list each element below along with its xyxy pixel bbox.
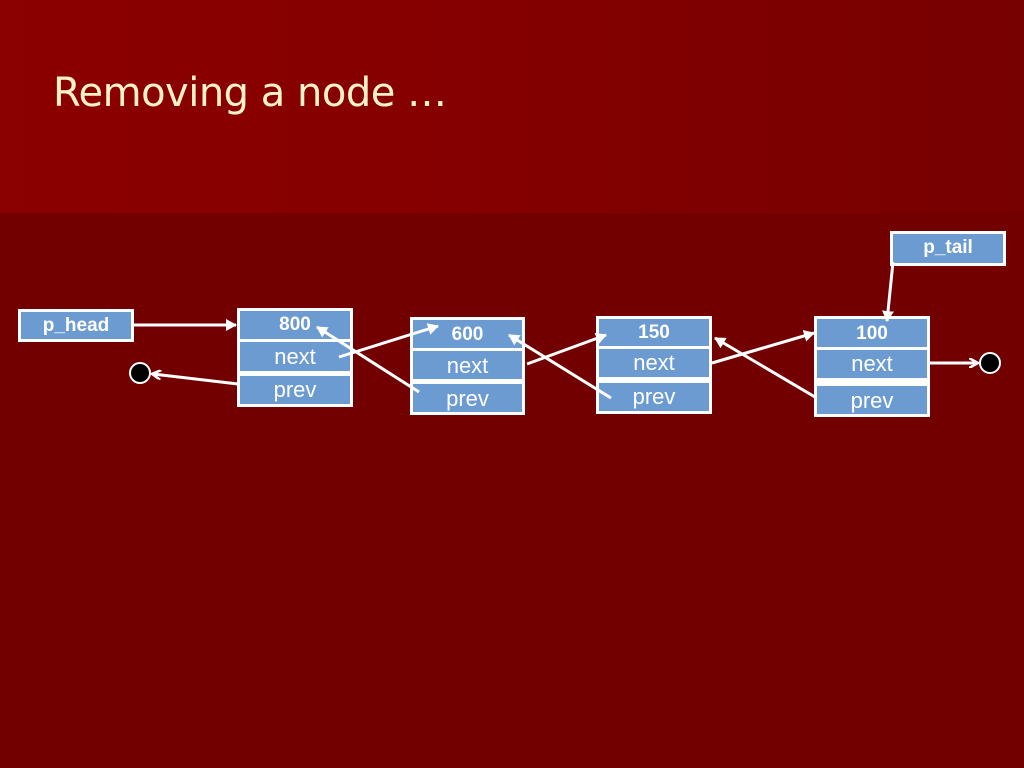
null-marker-left: [129, 362, 151, 384]
node-value: 800: [240, 311, 350, 339]
node-next-field: next: [413, 351, 522, 379]
list-node-800: 800 next prev: [237, 308, 353, 407]
node-next-field: next: [599, 349, 709, 377]
p-tail-label: p_tail: [923, 237, 973, 258]
node-prev-field: prev: [599, 383, 709, 411]
prev-arrow-100-150: [714, 336, 816, 399]
list-node-150: 150 next prev: [596, 316, 712, 414]
node-value: 100: [817, 319, 927, 347]
node-prev-field: prev: [240, 376, 350, 404]
tail-pointer-arrow: [882, 261, 895, 322]
list-node-600: 600 next prev: [410, 317, 525, 415]
node-next-field: next: [240, 342, 350, 371]
null-marker-right: [979, 352, 1001, 374]
node-next-field: next: [817, 350, 927, 378]
list-node-100: 100 next prev: [814, 316, 930, 417]
node-prev-field: prev: [413, 384, 522, 412]
p-head-label: p_head: [42, 315, 110, 336]
node-prev-field: prev: [817, 386, 927, 414]
node-value: 150: [599, 319, 709, 346]
p-head-box: p_head: [18, 309, 134, 342]
p-tail-box: p_tail: [890, 231, 1006, 266]
node-value: 600: [413, 320, 522, 348]
next-arrow-600-150: [526, 332, 607, 366]
next-arrow-150-100: [711, 330, 815, 365]
prev-to-null-arrow: [153, 374, 239, 386]
slide-title: Removing a node …: [53, 70, 447, 116]
